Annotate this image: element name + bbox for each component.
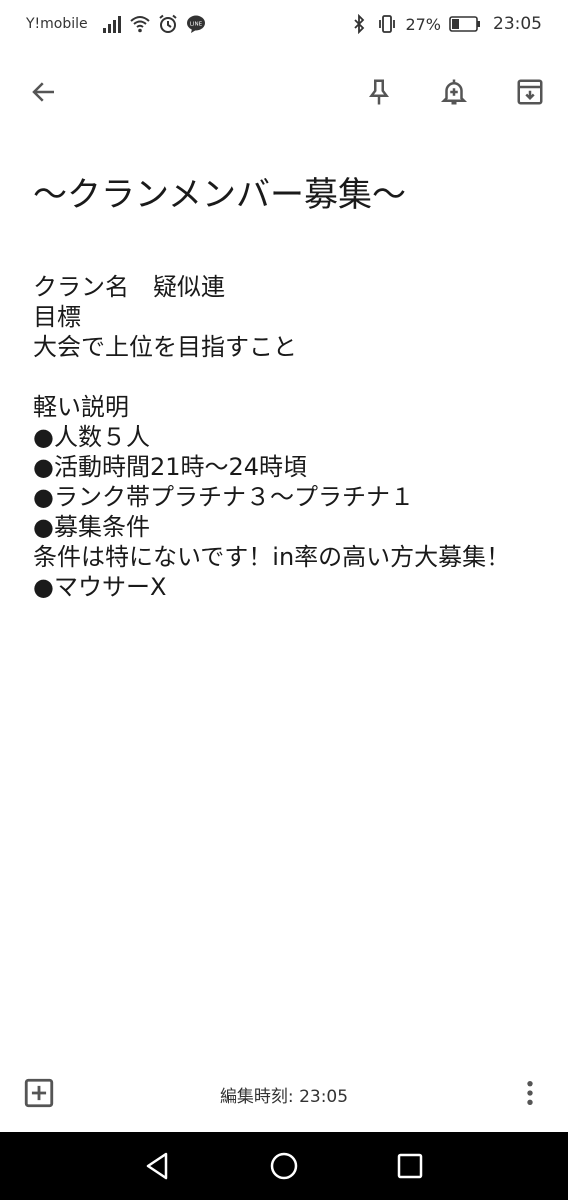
svg-text:LINE: LINE	[190, 22, 203, 28]
note-line: ●マウサーX	[33, 573, 167, 601]
battery-icon	[449, 16, 481, 32]
line-app-icon: LINE	[186, 14, 206, 34]
reminder-bell-icon	[440, 79, 468, 105]
archive-icon	[517, 79, 543, 105]
carrier-name: Y!mobile	[26, 16, 88, 32]
signal-icon	[102, 14, 122, 34]
pin-button[interactable]	[357, 70, 401, 114]
edited-time-label: 編集時刻: 23:05	[219, 1087, 349, 1107]
back-button[interactable]	[22, 70, 66, 114]
note-line: ●活動時間21時～24時頃	[33, 453, 308, 481]
battery-percent: 27%	[405, 14, 441, 34]
alarm-icon	[158, 14, 178, 34]
status-bar: Y!mobile LINE 27% 23:05	[0, 0, 568, 48]
note-bottom-bar: 編集時刻: 23:05	[0, 1066, 568, 1122]
nav-back-icon	[146, 1152, 168, 1180]
nav-recents-icon	[397, 1153, 423, 1179]
note-line: 目標	[33, 303, 81, 331]
note-line	[33, 362, 543, 392]
wifi-icon	[129, 14, 150, 34]
note-toolbar	[0, 62, 568, 122]
note-line: ●ランク帯プラチナ３～プラチナ１	[33, 483, 414, 511]
pin-icon	[369, 79, 389, 105]
note-title[interactable]: ～クランメンバー募集～	[33, 170, 543, 220]
vibrate-icon	[377, 14, 397, 34]
nav-home-icon	[270, 1152, 298, 1180]
status-time: 23:05	[493, 14, 542, 34]
more-options-button[interactable]	[516, 1076, 544, 1110]
back-arrow-icon	[32, 82, 54, 102]
status-left: Y!mobile LINE	[26, 14, 206, 34]
more-vertical-icon	[527, 1080, 533, 1106]
status-right: 27% 23:05	[349, 14, 542, 34]
archive-button[interactable]	[508, 70, 552, 114]
bluetooth-icon	[349, 14, 369, 34]
nav-home-button[interactable]	[266, 1148, 302, 1184]
note-line: ●人数５人	[33, 423, 150, 451]
reminder-button[interactable]	[432, 70, 476, 114]
note-body[interactable]: クラン名 疑似連 目標 大会で上位を目指すこと 軽い説明 ●人数５人 ●活動時間…	[33, 272, 543, 602]
nav-back-button[interactable]	[139, 1148, 175, 1184]
note-line: クラン名 疑似連	[33, 273, 225, 301]
nav-recents-button[interactable]	[392, 1148, 428, 1184]
system-nav-bar	[0, 1132, 568, 1200]
note-line: 軽い説明	[33, 393, 129, 421]
note-line: 条件は特にないです！in率の高い方大募集！	[33, 543, 511, 571]
note-line: ●募集条件	[33, 513, 150, 541]
note-line: 大会で上位を目指すこと	[33, 333, 297, 361]
